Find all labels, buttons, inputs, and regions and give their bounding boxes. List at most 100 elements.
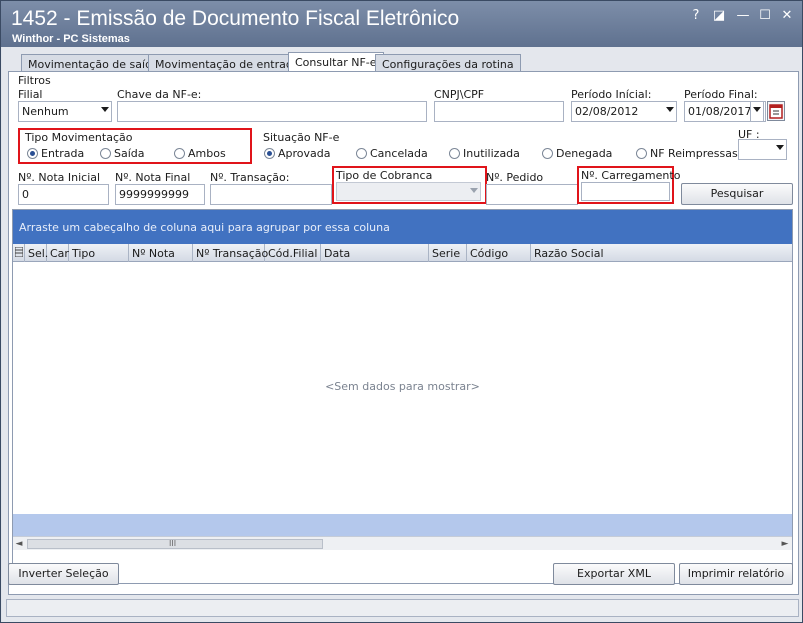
tab-consultar-nfe[interactable]: Consultar NF-e bbox=[288, 52, 384, 72]
filial-select-value: Nenhum bbox=[22, 105, 69, 118]
radio-aprovada-label: Aprovada bbox=[278, 147, 331, 160]
column-numero-transacao[interactable]: Nº Transação bbox=[193, 244, 268, 262]
radio-ambos-label: Ambos bbox=[188, 147, 226, 160]
radio-inutilizada-label: Inutilizada bbox=[463, 147, 520, 160]
column-serie[interactable]: Serie bbox=[429, 244, 467, 262]
radio-cancelada-label: Cancelada bbox=[370, 147, 428, 160]
horizontal-scrollbar[interactable]: ◄ III ► bbox=[13, 536, 792, 550]
status-bar bbox=[6, 599, 799, 617]
filial-label: Filial bbox=[18, 88, 43, 101]
grid-column-header: Sel. Car Tipo Nº Nota Nº Transação Cód.F… bbox=[13, 244, 792, 262]
minimize-button[interactable]: — bbox=[734, 7, 752, 25]
consultar-nfe-panel: Filtros Filial Nenhum Chave da NF-e: CNP… bbox=[8, 71, 799, 595]
scroll-left-icon[interactable]: ◄ bbox=[13, 537, 25, 551]
tipo-movimentacao-label: Tipo Movimentação bbox=[25, 131, 133, 144]
column-codigo[interactable]: Código bbox=[467, 244, 531, 262]
window-title: 1452 - Emissão de Documento Fiscal Eletr… bbox=[11, 7, 460, 30]
grid-footer bbox=[13, 514, 792, 536]
column-chooser-icon[interactable] bbox=[13, 244, 25, 262]
radio-ambos[interactable]: Ambos bbox=[174, 147, 226, 160]
results-grid: Arraste um cabeçalho de coluna aqui para… bbox=[12, 209, 793, 584]
column-numero-nota[interactable]: Nº Nota bbox=[129, 244, 193, 262]
filters-group-label: Filtros bbox=[18, 74, 51, 87]
radio-saida-label: Saída bbox=[114, 147, 145, 160]
exportar-xml-button[interactable]: Exportar XML bbox=[553, 563, 675, 585]
nota-final-label: Nº. Nota Final bbox=[115, 171, 191, 184]
scrollbar-grip: III bbox=[169, 539, 177, 548]
imprimir-relatorio-button[interactable]: Imprimir relatório bbox=[679, 563, 793, 585]
chevron-down-icon bbox=[101, 107, 109, 112]
periodo-final-dropdown[interactable] bbox=[750, 101, 764, 122]
pesquisar-button[interactable]: Pesquisar bbox=[681, 183, 793, 205]
periodo-final-value: 01/08/2017 bbox=[688, 105, 752, 118]
cnpj-cpf-input[interactable] bbox=[434, 101, 564, 122]
column-razao-social[interactable]: Razão Social bbox=[531, 244, 792, 262]
nota-inicial-input[interactable]: 0 bbox=[18, 184, 109, 205]
inverter-selecao-button[interactable]: Inverter Seleção bbox=[8, 563, 119, 585]
radio-entrada-label: Entrada bbox=[41, 147, 85, 160]
nota-final-input[interactable]: 9999999999 bbox=[115, 184, 205, 205]
maximize-button[interactable]: ☐ bbox=[756, 7, 774, 25]
radio-denegada-label: Denegada bbox=[556, 147, 613, 160]
radio-denegada[interactable]: Denegada bbox=[542, 147, 612, 160]
calendar-icon[interactable] bbox=[767, 101, 785, 121]
periodo-inicial-label: Período Inícial: bbox=[571, 88, 652, 101]
periodo-final-label: Período Final: bbox=[684, 88, 758, 101]
chevron-down-icon bbox=[666, 107, 674, 112]
radio-cancelada[interactable]: Cancelada bbox=[356, 147, 428, 160]
chevron-down-icon bbox=[470, 188, 478, 193]
radio-nf-reimpressas[interactable]: NF Reimpressas bbox=[636, 147, 738, 160]
column-data[interactable]: Data bbox=[321, 244, 429, 262]
chave-nfe-input[interactable] bbox=[117, 101, 427, 122]
scroll-right-icon[interactable]: ► bbox=[779, 537, 791, 551]
transacao-input[interactable] bbox=[210, 184, 332, 205]
radio-saida[interactable]: Saída bbox=[100, 147, 145, 160]
cnpj-cpf-label: CNPJ\CPF bbox=[434, 88, 485, 101]
nota-inicial-label: Nº. Nota Inicial bbox=[18, 171, 101, 184]
app-window: 1452 - Emissão de Documento Fiscal Eletr… bbox=[0, 0, 803, 623]
window-body: Movimentação de saída Movimentação de en… bbox=[2, 47, 802, 622]
periodo-inicial-select[interactable]: 02/08/2012 bbox=[571, 101, 677, 122]
column-sel[interactable]: Sel. bbox=[25, 244, 48, 262]
radio-selected-icon bbox=[264, 148, 275, 159]
pedido-input[interactable] bbox=[486, 184, 578, 205]
chave-nfe-label: Chave da NF-e: bbox=[117, 88, 202, 101]
carregamento-label: Nº. Carregamento bbox=[581, 169, 681, 182]
tipo-cobranca-label: Tipo de Cobranca bbox=[336, 169, 433, 182]
restore-layout-button[interactable]: ◪ bbox=[710, 7, 728, 25]
window-subtitle: Winthor - PC Sistemas bbox=[12, 33, 130, 45]
radio-unselected-icon bbox=[449, 148, 460, 159]
tab-movimentacao-entrada[interactable]: Movimentação de entrada bbox=[148, 54, 307, 72]
radio-nf-reimpressas-label: NF Reimpressas bbox=[650, 147, 738, 160]
radio-unselected-icon bbox=[356, 148, 367, 159]
carregamento-input[interactable] bbox=[581, 182, 670, 201]
title-bar[interactable]: 1452 - Emissão de Documento Fiscal Eletr… bbox=[1, 1, 802, 47]
filial-select[interactable]: Nenhum bbox=[18, 101, 112, 122]
periodo-inicial-value: 02/08/2012 bbox=[575, 105, 639, 118]
chevron-down-icon bbox=[753, 107, 761, 112]
tipo-cobranca-select[interactable] bbox=[336, 182, 481, 201]
column-cod-filial[interactable]: Cód.Filial bbox=[265, 244, 321, 262]
tab-movimentacao-saida[interactable]: Movimentação de saída bbox=[21, 54, 166, 72]
uf-select[interactable] bbox=[738, 139, 787, 160]
pedido-label: Nº. Pedido bbox=[486, 171, 544, 184]
column-tipo[interactable]: Tipo bbox=[69, 244, 129, 262]
column-chooser-glyph bbox=[14, 246, 24, 258]
column-car[interactable]: Car bbox=[47, 244, 69, 262]
radio-unselected-icon bbox=[542, 148, 553, 159]
situacao-nfe-label: Situação NF-e bbox=[263, 131, 340, 144]
close-button[interactable]: ✕ bbox=[778, 7, 796, 25]
radio-unselected-icon bbox=[100, 148, 111, 159]
radio-unselected-icon bbox=[174, 148, 185, 159]
help-button[interactable]: ? bbox=[687, 7, 705, 25]
transacao-label: Nº. Transação: bbox=[210, 171, 290, 184]
radio-unselected-icon bbox=[636, 148, 647, 159]
radio-entrada[interactable]: Entrada bbox=[27, 147, 84, 160]
tab-configuracoes-rotina[interactable]: Configurações da rotina bbox=[375, 54, 521, 72]
group-by-panel[interactable]: Arraste um cabeçalho de coluna aqui para… bbox=[13, 210, 792, 244]
radio-aprovada[interactable]: Aprovada bbox=[264, 147, 331, 160]
empty-grid-message: <Sem dados para mostrar> bbox=[325, 380, 480, 393]
radio-inutilizada[interactable]: Inutilizada bbox=[449, 147, 520, 160]
calendar-glyph bbox=[769, 104, 783, 119]
radio-selected-icon bbox=[27, 148, 38, 159]
